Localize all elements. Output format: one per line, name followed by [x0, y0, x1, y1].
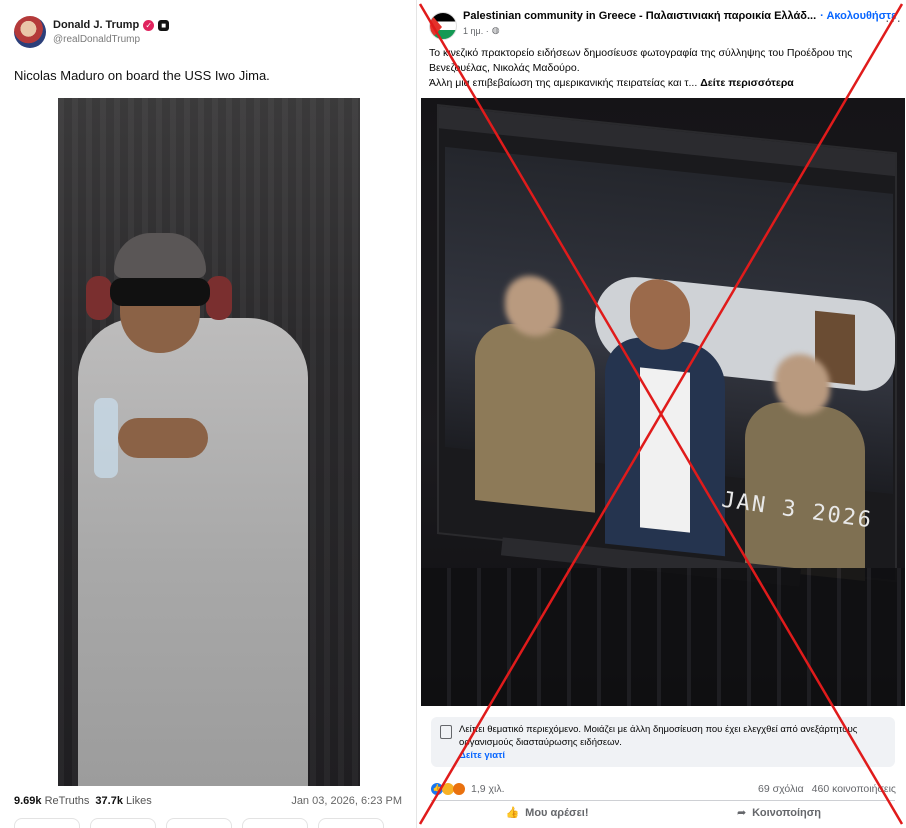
photo-water-bottle	[94, 398, 118, 478]
photo-soldier-right	[745, 398, 865, 581]
photo-screen-image	[445, 146, 895, 581]
fact-check-notice: Λείπει θεματικό περιεχόμενο. Μοιάζει με …	[431, 717, 895, 767]
reactions-count: 1,9 χιλ.	[471, 783, 505, 795]
photo-figure-body	[78, 318, 308, 786]
avatar[interactable]	[14, 16, 46, 48]
post-time[interactable]: 1 ημ. ·	[463, 26, 489, 36]
photo-goggles	[110, 278, 210, 306]
badge-icon: ■	[158, 19, 170, 31]
share-button[interactable]: ➦ Κοινοποίηση	[663, 801, 895, 824]
more-button[interactable]	[318, 818, 384, 828]
see-why-link[interactable]: Δείτε γιατί	[459, 750, 505, 761]
notice-text: Λείπει θεματικό περιεχόμενο. Μοιάζει με …	[459, 724, 858, 748]
reply-button[interactable]	[14, 818, 80, 828]
see-more-link[interactable]: Δείτε περισσότερα	[700, 77, 794, 89]
angry-reaction-icon	[453, 783, 465, 795]
info-icon	[440, 725, 452, 739]
retruth-button[interactable]	[90, 818, 156, 828]
post-text-line2: Άλλη μια επιβεβαίωση της αμερικανικής πε…	[429, 77, 698, 89]
photo-earmuff	[86, 276, 112, 320]
share-arrow-icon: ➦	[736, 807, 747, 819]
facebook-post: Palestinian community in Greece - Παλαισ…	[416, 0, 906, 828]
page-avatar[interactable]	[429, 12, 457, 40]
truth-social-post: Donald J. Trump ✓ ■ @realDonaldTrump Nic…	[0, 0, 412, 828]
photo-center-shirt	[640, 367, 690, 533]
comments-count[interactable]: 69 σχόλια	[758, 783, 804, 795]
photo-hands	[118, 418, 208, 458]
post-photo[interactable]: JAN 3 2026	[421, 98, 905, 706]
action-bar	[14, 818, 384, 828]
photo-earmuff	[206, 276, 232, 320]
post-stats: 9.69k ReTruths 37.7k Likes	[14, 795, 152, 807]
post-header: Donald J. Trump ✓ ■ @realDonaldTrump	[14, 16, 170, 48]
globe-icon: ◍	[491, 25, 500, 35]
likes-stat[interactable]: 37.7k Likes	[95, 795, 151, 807]
share-button-label: Κοινοποίηση	[752, 806, 822, 819]
shares-count[interactable]: 460 κοινοποιήσεις	[812, 783, 896, 795]
post-text: Το κινεζικό πρακτορείο ειδήσεων δημοσίευ…	[429, 46, 897, 91]
verified-icon: ✓	[143, 19, 155, 31]
author-handle[interactable]: @realDonaldTrump	[53, 34, 169, 45]
author-name[interactable]: Donald J. Trump	[53, 19, 139, 31]
thumbs-up-icon: 👍	[505, 807, 520, 819]
post-photo[interactable]	[58, 98, 360, 786]
page-name[interactable]: Palestinian community in Greece - Παλαισ…	[463, 10, 816, 22]
like-button[interactable]	[166, 818, 232, 828]
reactions-summary[interactable]: 👍 1,9 χιλ.	[431, 783, 505, 795]
post-date[interactable]: Jan 03, 2026, 6:23 PM	[291, 795, 402, 807]
more-options-icon[interactable]: ···	[885, 12, 902, 28]
photo-soldier-left	[475, 319, 595, 513]
share-button[interactable]	[242, 818, 308, 828]
post-header: Palestinian community in Greece - Παλαισ…	[429, 10, 899, 40]
post-text-line1: Το κινεζικό πρακτορείο ειδήσεων δημοσίευ…	[429, 47, 853, 74]
action-bar: 👍 Μου αρέσει! ➦ Κοινοποίηση	[431, 800, 895, 824]
post-text: Nicolas Maduro on board the USS Iwo Jima…	[14, 68, 270, 83]
like-button[interactable]: 👍 Μου αρέσει!	[431, 801, 663, 824]
photo-keyboard	[421, 568, 905, 706]
like-button-label: Μου αρέσει!	[525, 806, 589, 819]
engagement-counts: 69 σχόλια 460 κοινοποιήσεις	[758, 783, 896, 795]
retruths-stat[interactable]: 9.69k ReTruths	[14, 795, 89, 807]
